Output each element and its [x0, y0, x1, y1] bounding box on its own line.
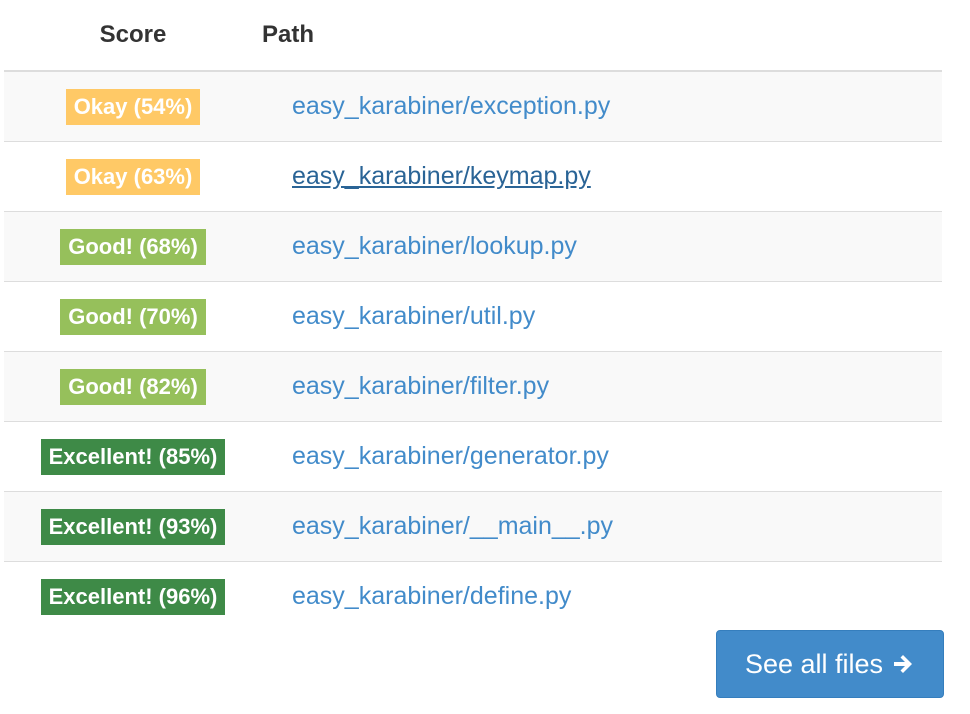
table-row: Good! (82%) easy_karabiner/filter.py	[4, 351, 942, 422]
path-cell: easy_karabiner/generator.py	[262, 421, 942, 492]
score-badge: Excellent! (85%)	[40, 438, 226, 475]
score-cell: Good! (70%)	[4, 281, 262, 352]
file-link[interactable]: easy_karabiner/define.py	[292, 582, 571, 610]
file-link[interactable]: easy_karabiner/keymap.py	[292, 162, 591, 190]
score-cell: Good! (68%)	[4, 211, 262, 282]
path-cell: easy_karabiner/define.py	[262, 561, 942, 631]
path-cell: easy_karabiner/filter.py	[262, 351, 942, 422]
score-badge: Excellent! (96%)	[40, 578, 226, 615]
see-all-files-button[interactable]: See all files	[716, 630, 944, 698]
score-cell: Excellent! (96%)	[4, 561, 262, 631]
table-row: Good! (68%) easy_karabiner/lookup.py	[4, 211, 942, 282]
file-rows: Okay (54%) easy_karabiner/exception.py Oka…	[4, 71, 942, 631]
score-badge: Good! (68%)	[60, 228, 206, 265]
file-scores-panel: Score Path Okay (54%) easy_karabiner/exce…	[0, 0, 970, 714]
score-badge: Good! (82%)	[60, 368, 206, 405]
file-link[interactable]: easy_karabiner/generator.py	[292, 442, 609, 470]
path-column-header: Path	[262, 0, 942, 72]
score-badge: Excellent! (93%)	[40, 508, 226, 545]
table-row: Excellent! (85%) easy_karabiner/generator…	[4, 421, 942, 492]
score-cell: Excellent! (85%)	[4, 421, 262, 492]
file-link[interactable]: easy_karabiner/filter.py	[292, 372, 549, 400]
score-badge: Okay (54%)	[65, 88, 201, 125]
score-badge: Good! (70%)	[60, 298, 206, 335]
file-link[interactable]: easy_karabiner/lookup.py	[292, 232, 577, 260]
path-cell: easy_karabiner/exception.py	[262, 71, 942, 142]
file-link[interactable]: easy_karabiner/exception.py	[292, 92, 610, 120]
table-header-row: Score Path	[4, 0, 942, 72]
path-cell: easy_karabiner/__main__.py	[262, 491, 942, 562]
score-cell: Excellent! (93%)	[4, 491, 262, 562]
table-row: Good! (70%) easy_karabiner/util.py	[4, 281, 942, 352]
score-cell: Okay (63%)	[4, 141, 262, 212]
table-row: Okay (54%) easy_karabiner/exception.py	[4, 71, 942, 142]
table-row: Okay (63%) easy_karabiner/keymap.py	[4, 141, 942, 212]
path-cell: easy_karabiner/lookup.py	[262, 211, 942, 282]
file-link[interactable]: easy_karabiner/__main__.py	[292, 512, 613, 540]
score-cell: Good! (82%)	[4, 351, 262, 422]
see-all-files-label: See all files	[744, 648, 884, 679]
score-cell: Okay (54%)	[4, 71, 262, 142]
score-column-header: Score	[4, 0, 262, 72]
table-row: Excellent! (96%) easy_karabiner/define.py	[4, 561, 942, 631]
table-row: Excellent! (93%) easy_karabiner/__main__.…	[4, 491, 942, 562]
arrow-right-icon	[891, 652, 915, 676]
file-link[interactable]: easy_karabiner/util.py	[292, 302, 535, 330]
path-cell: easy_karabiner/util.py	[262, 281, 942, 352]
file-scores-table: Score Path Okay (54%) easy_karabiner/exce…	[4, 0, 942, 631]
score-badge: Okay (63%)	[65, 158, 201, 195]
path-cell: easy_karabiner/keymap.py	[262, 141, 942, 212]
